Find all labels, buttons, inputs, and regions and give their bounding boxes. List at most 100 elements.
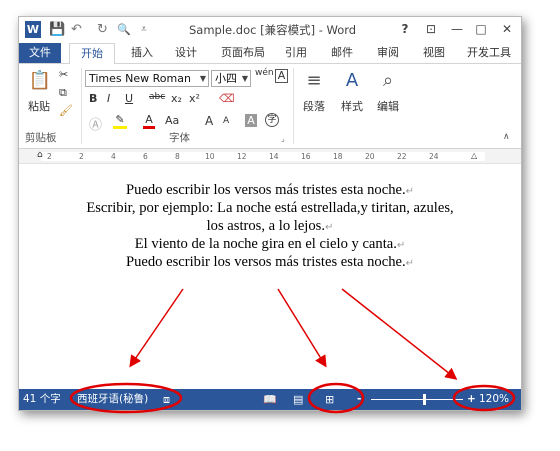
- clear-formatting-icon[interactable]: ⌫: [219, 92, 235, 105]
- right-indent-marker-icon[interactable]: △: [471, 151, 477, 160]
- font-group-label: 字体: [169, 132, 190, 144]
- ruler-tick: 22: [397, 152, 407, 161]
- tab-review[interactable]: 审阅: [377, 43, 399, 63]
- document-title: Sample.doc [兼容模式] - Word: [189, 23, 357, 37]
- line-text: Puedo escribir los versos más tristes es…: [125, 254, 406, 270]
- font-name-value: Times New Roman: [89, 72, 191, 85]
- zoom-slider[interactable]: [371, 399, 463, 400]
- zoom-out-button[interactable]: -: [357, 389, 361, 410]
- styles-button-label[interactable]: 样式: [341, 98, 363, 114]
- tab-design[interactable]: 设计: [175, 43, 197, 63]
- zoom-level[interactable]: 120%: [479, 389, 509, 410]
- document-line: El viento de la noche gira en el cielo y…: [19, 235, 521, 255]
- document-line: Escribir, por ejemplo: La noche está est…: [19, 199, 521, 217]
- line-text: los astros, a lo lejos.: [206, 218, 325, 234]
- ruler-tick: 14: [269, 152, 279, 161]
- collapse-ribbon-icon[interactable]: ∧: [503, 132, 510, 142]
- superscript-button[interactable]: x²: [189, 92, 200, 105]
- ruler-tick: 2: [47, 152, 52, 161]
- copy-icon[interactable]: ⧉: [59, 86, 67, 100]
- tab-developer[interactable]: 开发工具: [467, 43, 511, 63]
- ribbon: 📋 粘贴 ✂ ⧉ 🖌 剪贴板 Times New Roman ▼ 小四 ▼ wé…: [19, 63, 521, 149]
- highlight-icon[interactable]: ✎: [113, 113, 127, 129]
- word-window: W 💾 ↶ ↻ 🔍 ⩡ Sample.doc [兼容模式] - Word ? ⊡…: [18, 16, 522, 411]
- ruler-tick: 24: [429, 152, 439, 161]
- print-preview-icon[interactable]: 🔍: [117, 21, 131, 38]
- web-layout-icon[interactable]: ⊞: [325, 389, 334, 410]
- text-effects-icon[interactable]: Ⓐ: [89, 114, 102, 133]
- zoom-in-button[interactable]: +: [467, 389, 476, 410]
- font-dialog-launcher-icon[interactable]: ⌟: [281, 134, 285, 143]
- clipboard-group-label: 剪贴板: [25, 132, 57, 144]
- document-body[interactable]: Puedo escribir los versos más tristes es…: [19, 164, 521, 390]
- styles-icon[interactable]: A: [337, 70, 367, 96]
- paste-button-label[interactable]: 粘贴: [28, 98, 50, 114]
- indent-marker-icon[interactable]: ⌂: [37, 150, 43, 160]
- font-color-icon[interactable]: A: [143, 113, 155, 129]
- ruler-tick: 16: [301, 152, 311, 161]
- word-logo-icon: W: [25, 21, 41, 38]
- tab-references[interactable]: 引用: [285, 43, 307, 63]
- character-shading-icon[interactable]: A: [245, 114, 257, 127]
- document-line: los astros, a lo lejos.↵: [19, 217, 521, 237]
- tab-mailings[interactable]: 邮件: [331, 43, 353, 63]
- print-layout-icon[interactable]: ▤: [293, 389, 303, 410]
- macro-record-icon[interactable]: ⧈: [163, 389, 170, 410]
- maximize-button[interactable]: □: [471, 20, 491, 39]
- shrink-font-button[interactable]: A: [223, 116, 229, 126]
- paste-icon[interactable]: 📋: [25, 70, 55, 96]
- save-icon[interactable]: 💾: [49, 21, 65, 38]
- line-text: Puedo escribir los versos más tristes es…: [125, 182, 406, 198]
- paragraph-button-label[interactable]: 段落: [303, 98, 325, 114]
- format-painter-icon[interactable]: 🖌: [59, 104, 73, 117]
- horizontal-ruler[interactable]: 2 2 4 6 8 10 12 14 16 18 20 22 24 ⌂ △: [19, 149, 521, 164]
- bold-button[interactable]: B: [89, 92, 97, 105]
- ruler-tick: 2: [79, 152, 84, 161]
- phonetic-guide-icon[interactable]: wén: [255, 68, 274, 78]
- strikethrough-button[interactable]: abc: [149, 92, 165, 102]
- redo-icon[interactable]: ↻: [97, 21, 108, 38]
- ruler-track: 2 2 4 6 8 10 12 14 16 18 20 22 24: [41, 152, 485, 161]
- grow-font-button[interactable]: A: [205, 114, 213, 128]
- font-size-select[interactable]: 小四 ▼: [211, 70, 251, 87]
- read-mode-icon[interactable]: 📖: [263, 389, 277, 410]
- paragraph-icon[interactable]: ≡: [299, 70, 329, 96]
- paragraph-mark: ↵: [405, 186, 415, 197]
- editing-button-label[interactable]: 编辑: [377, 98, 399, 114]
- help-button[interactable]: ?: [395, 20, 415, 39]
- change-case-button[interactable]: Aa: [165, 114, 179, 127]
- line-text: Escribir, por ejemplo: La noche está est…: [86, 200, 454, 216]
- ribbon-display-button[interactable]: ⊡: [421, 20, 441, 39]
- undo-icon[interactable]: ↶: [71, 21, 82, 38]
- status-bar: 41 个字 西班牙语(秘鲁) ⧈ 📖 ▤ ⊞ - + 120%: [19, 389, 521, 410]
- tab-file[interactable]: 文件: [19, 43, 61, 63]
- document-line: Puedo escribir los versos más tristes es…: [19, 253, 521, 273]
- character-border-icon[interactable]: A: [275, 69, 288, 83]
- title-bar: W 💾 ↶ ↻ 🔍 ⩡ Sample.doc [兼容模式] - Word ? ⊡…: [19, 17, 521, 43]
- customize-qat-icon[interactable]: ⩡: [141, 21, 147, 38]
- italic-button[interactable]: I: [107, 92, 110, 105]
- language-indicator[interactable]: 西班牙语(秘鲁): [77, 389, 148, 410]
- tab-insert[interactable]: 插入: [131, 43, 153, 63]
- subscript-button[interactable]: x₂: [171, 92, 182, 105]
- paragraph-mark: ↵: [396, 240, 406, 251]
- ruler-tick: 8: [175, 152, 180, 161]
- ruler-tick: 6: [143, 152, 148, 161]
- editing-icon[interactable]: ⌕: [373, 70, 403, 96]
- close-button[interactable]: ✕: [497, 20, 517, 39]
- tab-home[interactable]: 开始: [69, 43, 115, 64]
- tab-view[interactable]: 视图: [423, 43, 445, 63]
- font-name-select[interactable]: Times New Roman ▼: [85, 70, 209, 87]
- underline-button[interactable]: U: [125, 92, 133, 105]
- paragraph-mark: ↵: [405, 258, 415, 269]
- ribbon-tabs: 文件 开始 插入 设计 页面布局 引用 邮件 审阅 视图 开发工具: [19, 43, 521, 64]
- word-count[interactable]: 41 个字: [23, 389, 61, 410]
- ruler-tick: 4: [111, 152, 116, 161]
- zoom-slider-thumb[interactable]: [423, 394, 426, 405]
- enclose-characters-icon[interactable]: 字: [265, 113, 279, 127]
- ruler-tick: 20: [365, 152, 375, 161]
- minimize-button[interactable]: —: [447, 20, 467, 39]
- cut-icon[interactable]: ✂: [59, 68, 68, 81]
- tab-layout[interactable]: 页面布局: [221, 43, 265, 63]
- group-divider: [293, 68, 294, 144]
